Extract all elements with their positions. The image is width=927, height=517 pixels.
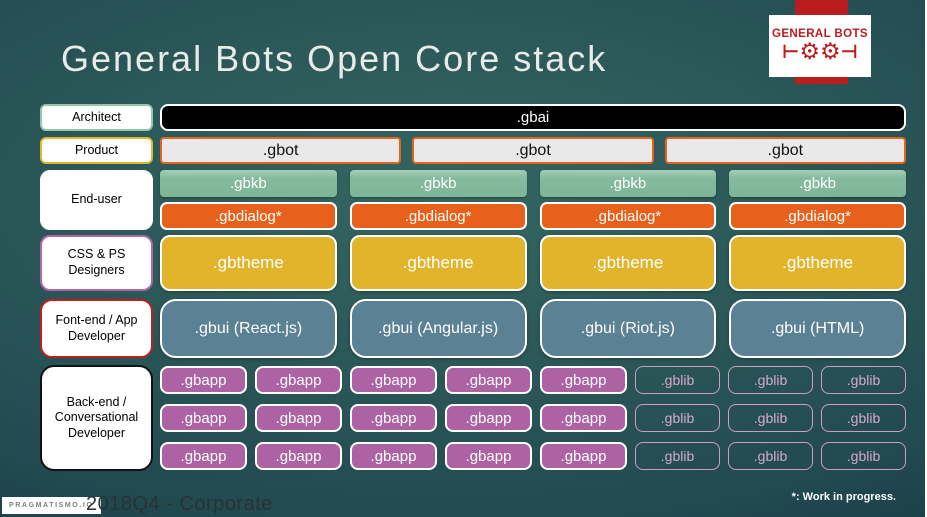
gbapp-cell: .gbapp (255, 366, 342, 394)
gbapp-cell: .gbapp (540, 366, 627, 394)
gbapp-cell: .gbapp (540, 404, 627, 432)
role-label-end-user: End-user (40, 170, 153, 230)
role-label-backend-developer: Back-end / Conversational Developer (40, 365, 153, 471)
role-label-architect: Architect (40, 104, 153, 131)
gbtheme-cell: .gbtheme (160, 235, 337, 291)
gbai-bar: .gbai (160, 104, 906, 131)
gblib-cell: .gblib (635, 366, 720, 394)
gblib-cell: .gblib (821, 442, 906, 470)
general-bots-logo: GENERAL BOTS ⊢ ⚙ ⚙ ⊣ (769, 15, 871, 77)
gbdialog-cell: .gbdialog* (729, 202, 906, 230)
gbdialog-cell: .gbdialog* (160, 202, 337, 230)
gbapp-cell: .gbapp (445, 442, 532, 470)
gbdialog-row: .gbdialog* .gbdialog* .gbdialog* .gbdial… (160, 202, 906, 230)
gbapp-cell: .gbapp (350, 404, 437, 432)
gblib-cell: .gblib (821, 404, 906, 432)
gblib-cell: .gblib (728, 442, 813, 470)
gbkb-cell: .gbkb (729, 170, 906, 197)
right-tack-icon: ⊣ (840, 41, 858, 63)
work-in-progress-note: *: Work in progress. (791, 491, 896, 503)
gbot-row: .gbot .gbot .gbot (160, 137, 906, 164)
gbui-row: .gbui (React.js) .gbui (Angular.js) .gbu… (160, 299, 906, 358)
backend-row: .gbapp .gbapp .gbapp .gbapp .gbapp .gbli… (160, 442, 906, 470)
gbui-riot-cell: .gbui (Riot.js) (539, 299, 717, 358)
gblib-cell: .gblib (635, 404, 720, 432)
gbapp-cell: .gbapp (160, 366, 247, 394)
gbui-html-cell: .gbui (HTML) (729, 299, 906, 358)
gbot-cell: .gbot (160, 137, 402, 164)
gbtheme-cell: .gbtheme (539, 235, 717, 291)
backend-row: .gbapp .gbapp .gbapp .gbapp .gbapp .gbli… (160, 404, 906, 432)
gears-icon: ⊢ ⚙ ⚙ ⊣ (782, 41, 858, 64)
gbui-react-cell: .gbui (React.js) (160, 299, 337, 358)
footer-caption: 2018Q4 - Corporate (86, 493, 273, 515)
gbapp-cell: .gbapp (445, 366, 532, 394)
gbui-angular-cell: .gbui (Angular.js) (349, 299, 527, 358)
gbapp-cell: .gbapp (160, 442, 247, 470)
backend-row: .gbapp .gbapp .gbapp .gbapp .gbapp .gbli… (160, 366, 906, 394)
gbdialog-cell: .gbdialog* (539, 202, 717, 230)
gbkb-cell: .gbkb (349, 170, 527, 197)
gbkb-cell: .gbkb (160, 170, 337, 197)
role-label-product: Product (40, 137, 153, 164)
role-label-frontend-developer: Font-end / App Developer (40, 299, 153, 358)
gblib-cell: .gblib (728, 366, 813, 394)
gbapp-cell: .gbapp (255, 404, 342, 432)
gbot-cell: .gbot (664, 137, 906, 164)
left-tack-icon: ⊢ (782, 41, 800, 63)
gbapp-cell: .gbapp (160, 404, 247, 432)
gear-icon: ⚙ (799, 39, 820, 65)
gbkb-row: .gbkb .gbkb .gbkb .gbkb (160, 170, 906, 197)
gbapp-cell: .gbapp (445, 404, 532, 432)
gblib-cell: .gblib (728, 404, 813, 432)
gbai-row: .gbai (160, 104, 906, 131)
gbapp-cell: .gbapp (350, 366, 437, 394)
gblib-cell: .gblib (635, 442, 720, 470)
gbtheme-cell: .gbtheme (349, 235, 527, 291)
gbtheme-cell: .gbtheme (729, 235, 906, 291)
gear-icon: ⚙ (820, 39, 841, 65)
gbtheme-row: .gbtheme .gbtheme .gbtheme .gbtheme (160, 235, 906, 291)
gbapp-cell: .gbapp (540, 442, 627, 470)
gbot-cell: .gbot (412, 137, 654, 164)
page-title: General Bots Open Core stack (61, 38, 608, 79)
gbkb-cell: .gbkb (539, 170, 717, 197)
gbapp-cell: .gbapp (350, 442, 437, 470)
gbdialog-cell: .gbdialog* (349, 202, 527, 230)
gbapp-cell: .gbapp (255, 442, 342, 470)
gblib-cell: .gblib (821, 366, 906, 394)
slide-canvas: General Bots Open Core stack GENERAL BOT… (0, 0, 927, 517)
role-label-designers: CSS & PS Designers (40, 235, 153, 291)
